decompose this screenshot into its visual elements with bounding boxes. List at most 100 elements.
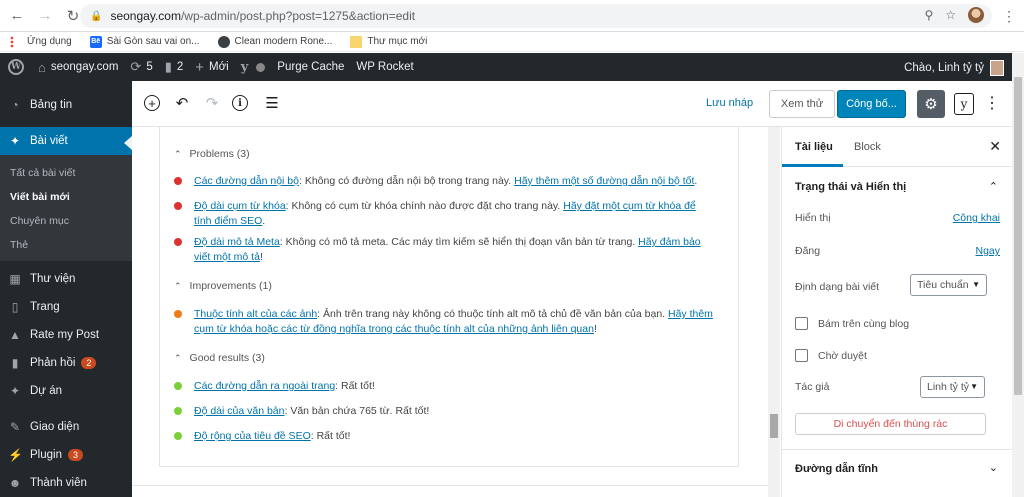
address-bar[interactable]: 🔒 seongay.com/wp-admin/post.php?post=127… <box>80 4 992 28</box>
red-bullet-icon <box>174 238 182 246</box>
pending-review-checkbox[interactable]: Chờ duyệt <box>795 349 867 362</box>
site-name-link[interactable]: ⌂ seongay.com <box>38 60 118 75</box>
my-account-link[interactable]: Chào, Linh tỷ tỷ <box>904 60 1004 76</box>
bookmark-apps[interactable]: Ứng dụng <box>10 35 72 48</box>
active-menu-arrow <box>124 136 132 150</box>
plugin-icon: ⚡ <box>8 448 23 462</box>
sidebar-item-projects[interactable]: ✦ Dự án <box>0 377 132 405</box>
browser-menu-icon[interactable]: ⋮ <box>1002 8 1016 25</box>
tab-document[interactable]: Tài liệu <box>795 141 833 153</box>
scrollbar-thumb[interactable] <box>1014 77 1022 395</box>
comments-link[interactable]: ▮ 2 <box>165 59 184 75</box>
purge-cache-link[interactable]: Purge Cache <box>277 61 344 73</box>
more-options-icon[interactable]: ⋮ <box>984 93 1000 113</box>
comment-icon: ▮ <box>11 356 19 370</box>
sidebar-item-media[interactable]: ▦ Thư viện <box>0 265 132 293</box>
star-icon[interactable]: ☆ <box>945 8 956 22</box>
settings-gear-icon[interactable]: ⚙ <box>917 90 945 118</box>
block-navigation-icon[interactable]: ☰ <box>262 93 282 113</box>
result-link[interactable]: Độ dài của văn bản <box>194 405 284 417</box>
sidebar-item-plugins[interactable]: ⚡ Plugin 3 <box>0 441 132 469</box>
bookmark-clean-modern[interactable]: Clean modern Rone... <box>217 35 332 48</box>
close-icon[interactable]: ✕ <box>989 138 1001 155</box>
submenu-all-posts[interactable]: Tất cả bài viết <box>0 161 132 185</box>
sidebar-item-comments[interactable]: ▮ Phản hồi 2 <box>0 349 132 377</box>
zoom-icon[interactable]: ⚲ <box>924 8 933 22</box>
sticky-checkbox[interactable]: Bám trên cùng blog <box>795 317 909 330</box>
result-link[interactable]: Độ dài mô tả Meta <box>194 236 280 248</box>
permalink-title[interactable]: Đường dẫn tĩnh <box>795 463 878 475</box>
bookmark-saigon[interactable]: Bē Sài Gòn sau vai on... <box>89 35 200 48</box>
problem-item: Độ dài cụm từ khóa: Không có cụm từ khóa… <box>174 199 714 229</box>
sidebar-item-rate-my-post[interactable]: ▲ Rate my Post <box>0 321 132 349</box>
page-scrollbar[interactable] <box>1012 53 1024 497</box>
good-results-section-toggle[interactable]: ⌃ Good results (3) <box>174 350 265 366</box>
bookmarks-bar: Ứng dụng Bē Sài Gòn sau vai on... Clean … <box>0 32 1024 52</box>
posts-submenu: Tất cả bài viết Viết bài mới Chuyên mục … <box>0 155 132 261</box>
sidebar-item-posts[interactable]: ✦ Bài viết <box>0 127 132 155</box>
thumbs-up-icon: ▲ <box>9 328 21 342</box>
redo-icon[interactable]: ↷ <box>202 93 222 113</box>
apps-grid-icon <box>10 35 22 48</box>
undo-icon[interactable]: ↶ <box>172 93 192 113</box>
yoast-adminbar-icon[interactable]: y <box>241 60 249 75</box>
editor-header-toolbar: + ↶ ↷ i ☰ Lưu nháp Xem thử Công bố... ⚙ … <box>132 81 1013 127</box>
publish-date-toggle[interactable]: Ngay <box>975 245 1000 257</box>
updates-link[interactable]: ⟳ 5 <box>130 59 152 75</box>
new-content-link[interactable]: + Mới <box>195 59 228 76</box>
checkbox[interactable] <box>795 349 808 362</box>
add-block-icon[interactable]: + <box>144 95 160 111</box>
profile-avatar[interactable] <box>968 7 984 23</box>
result-link[interactable]: Độ rộng của tiêu đề SEO <box>194 430 311 442</box>
url-path: /wp-admin/post.php?post=1275&action=edit <box>180 9 416 23</box>
post-format-select[interactable]: Tiêu chuẩn ▼ <box>910 274 987 296</box>
sidebar-item-dashboard[interactable]: ◔ Bảng tin <box>0 91 132 119</box>
orange-bullet-icon <box>174 310 182 318</box>
save-draft-button[interactable]: Lưu nháp <box>706 97 753 109</box>
url-domain: seongay.com <box>110 9 181 23</box>
plugins-count-badge: 3 <box>67 449 83 461</box>
submenu-tags[interactable]: Thẻ <box>0 233 132 257</box>
checkbox[interactable] <box>795 317 808 330</box>
problems-section-toggle[interactable]: ⌃ Problems (3) <box>174 146 250 162</box>
status-visibility-title[interactable]: Trạng thái và Hiển thị <box>795 181 906 193</box>
move-to-trash-button[interactable]: Di chuyển đến thùng rác <box>795 413 986 435</box>
chevron-down-icon: ▼ <box>970 382 978 391</box>
preview-button[interactable]: Xem thử <box>769 90 835 118</box>
avatar <box>990 60 1004 76</box>
submenu-new-post[interactable]: Viết bài mới <box>0 185 132 209</box>
result-link[interactable]: Độ dài cụm từ khóa <box>194 200 286 212</box>
tab-block[interactable]: Block <box>854 141 881 153</box>
author-select[interactable]: Linh tỷ tỷ ▼ <box>920 376 985 398</box>
publish-button[interactable]: Công bố... <box>837 90 906 118</box>
globe-icon <box>217 35 230 48</box>
sidebar-item-pages[interactable]: ▯ Trang <box>0 293 132 321</box>
info-icon[interactable]: i <box>232 95 248 111</box>
wp-logo-icon[interactable]: W <box>8 59 24 75</box>
sidebar-item-users[interactable]: ☻ Thành viên <box>0 469 132 497</box>
page-icon: ▯ <box>11 300 19 314</box>
bookmark-folder[interactable]: Thư mục mới <box>350 35 427 48</box>
content-scrollbar[interactable] <box>768 127 780 497</box>
active-tab-indicator <box>782 164 843 167</box>
sidebar-item-appearance[interactable]: ✎ Giao diện <box>0 413 132 441</box>
back-icon[interactable]: ← <box>6 5 28 27</box>
result-link[interactable]: Các đường dẫn ra ngoài trang <box>194 380 335 392</box>
wp-rocket-link[interactable]: WP Rocket <box>356 61 413 73</box>
chevron-down-icon[interactable]: ⌄ <box>989 461 998 474</box>
result-link[interactable]: Thuộc tính alt của các ảnh <box>194 308 317 320</box>
browser-toolbar: ← → ↻ 🔒 seongay.com/wp-admin/post.php?po… <box>0 0 1024 32</box>
red-bullet-icon <box>174 177 182 185</box>
forward-icon[interactable]: → <box>34 5 56 27</box>
scrollbar-thumb[interactable] <box>770 414 778 438</box>
yoast-seo-icon[interactable]: y <box>954 93 974 115</box>
dashboard-icon: ◔ <box>11 98 19 112</box>
chevron-up-icon[interactable]: ⌃ <box>989 180 998 193</box>
chevron-up-icon: ⌃ <box>174 148 182 159</box>
visibility-toggle[interactable]: Công khai <box>953 212 1000 224</box>
result-action-link[interactable]: Hãy thêm một số đường dẫn nội bộ tốt <box>514 175 694 187</box>
result-link[interactable]: Các đường dẫn nội bộ <box>194 175 299 187</box>
problem-item: Độ dài mô tả Meta: Không có mô tả meta. … <box>174 235 714 265</box>
submenu-categories[interactable]: Chuyên mục <box>0 209 132 233</box>
improvements-section-toggle[interactable]: ⌃ Improvements (1) <box>174 278 272 294</box>
